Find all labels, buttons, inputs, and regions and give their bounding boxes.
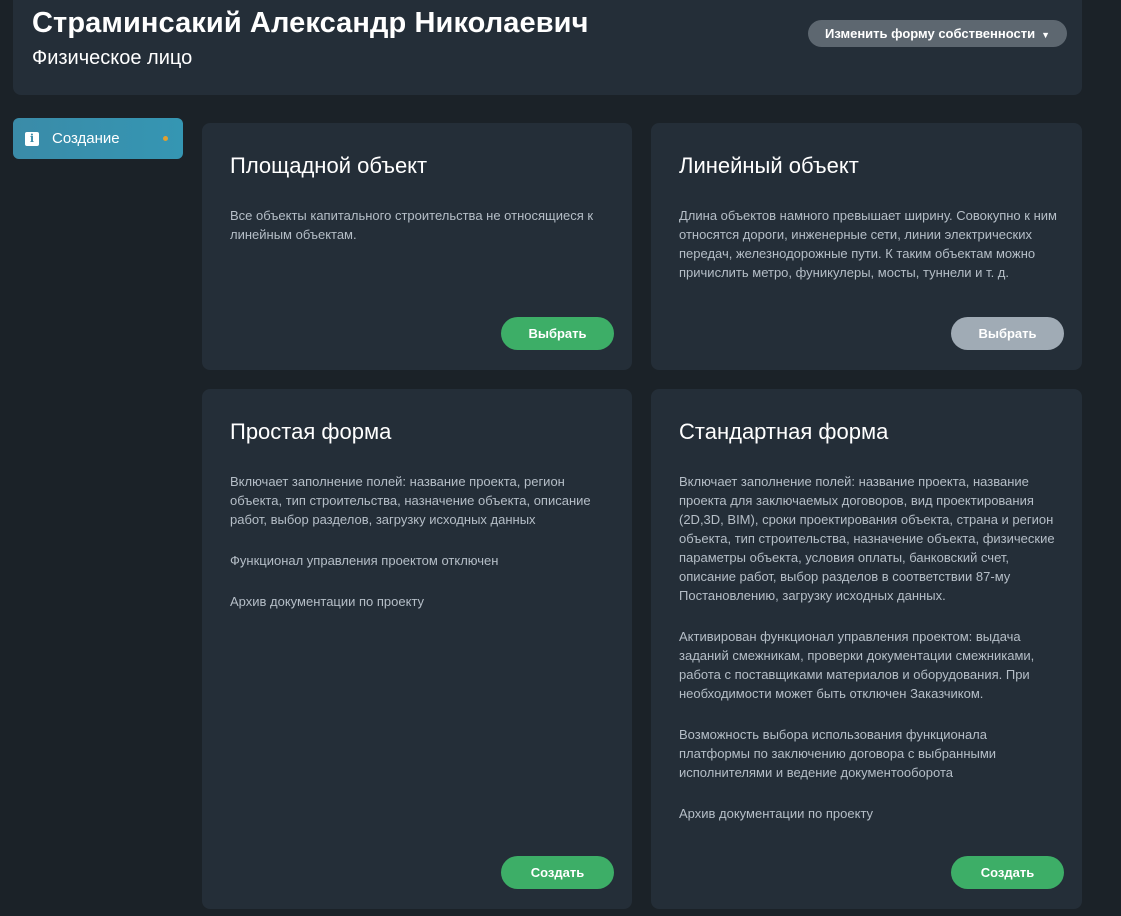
- card-paragraph: Возможность выбора использования функцио…: [679, 727, 997, 780]
- card-paragraph: Включает заполнение полей: название прое…: [230, 474, 591, 527]
- select-linear-object-button[interactable]: Выбрать: [951, 317, 1064, 350]
- card-paragraph: Функционал управления проектом отключен: [230, 553, 499, 568]
- profile-type: Физическое лицо: [32, 47, 193, 69]
- card-title: Простая форма: [230, 419, 392, 444]
- card-paragraph: Активирован функционал управления проект…: [679, 629, 1035, 701]
- card-description: Включает заполнение полей: название прое…: [679, 472, 1057, 845]
- card-paragraph: Архив документации по проекту: [679, 806, 874, 821]
- create-simple-form-button[interactable]: Создать: [501, 856, 614, 889]
- card-description: Длина объектов намного превышает ширину.…: [679, 206, 1057, 304]
- sidebar-item-creation[interactable]: i Создание: [13, 118, 183, 159]
- sidebar-item-label: Создание: [52, 130, 120, 147]
- card-description: Включает заполнение полей: название прое…: [230, 472, 605, 633]
- status-dot: [163, 136, 168, 141]
- profile-name: Страминсакий Александр Николаевич: [32, 7, 589, 39]
- card-paragraph: Архив документации по проекту: [230, 594, 425, 609]
- card-area-object: Площадной объект Все объекты капитальног…: [202, 123, 632, 370]
- card-title: Стандартная форма: [679, 419, 889, 444]
- info-icon: i: [25, 131, 39, 146]
- card-title: Линейный объект: [679, 153, 859, 178]
- caret-down-icon: ▼: [1041, 29, 1050, 40]
- change-ownership-button[interactable]: Изменить форму собственности ▼: [808, 20, 1067, 47]
- card-paragraph: Все объекты капитального строительства н…: [230, 208, 594, 242]
- card-simple-form: Простая форма Включает заполнение полей:…: [202, 389, 632, 909]
- card-standard-form: Стандартная форма Включает заполнение по…: [651, 389, 1082, 909]
- profile-header: Страминсакий Александр Николаевич Физиче…: [13, 0, 1082, 95]
- card-linear-object: Линейный объект Длина объектов намного п…: [651, 123, 1082, 370]
- card-description: Все объекты капитального строительства н…: [230, 206, 605, 266]
- card-title: Площадной объект: [230, 153, 428, 178]
- create-standard-form-button[interactable]: Создать: [951, 856, 1064, 889]
- card-paragraph: Длина объектов намного превышает ширину.…: [679, 208, 1057, 280]
- card-paragraph: Включает заполнение полей: название прое…: [679, 474, 1055, 603]
- change-ownership-label: Изменить форму собственности: [824, 26, 1036, 41]
- select-area-object-button[interactable]: Выбрать: [501, 317, 614, 350]
